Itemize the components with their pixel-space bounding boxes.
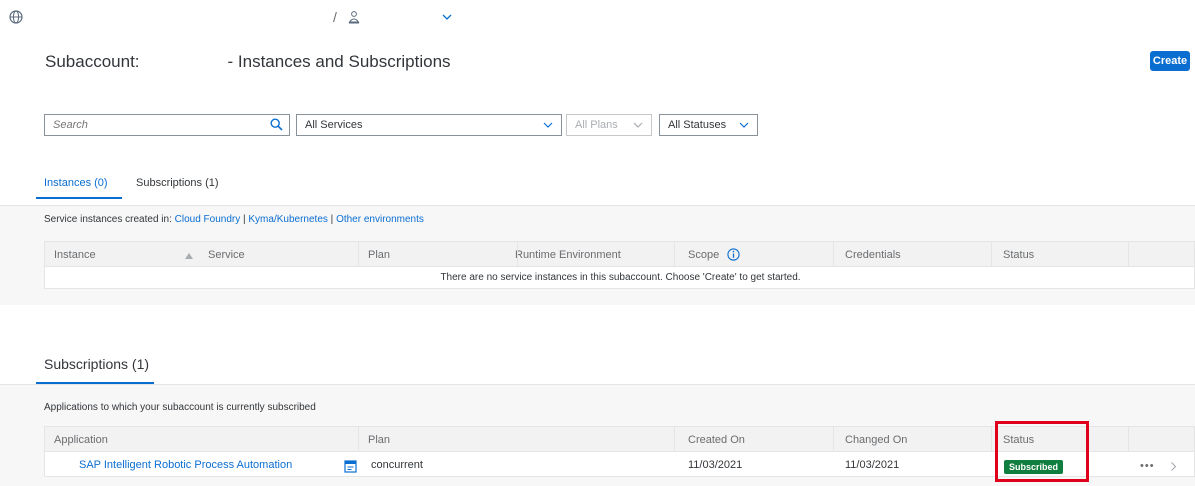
column-divider	[358, 427, 359, 451]
statuses-select[interactable]: All Statuses	[659, 114, 758, 136]
more-actions-button[interactable]: •••	[1140, 460, 1155, 472]
empty-row: There are no service instances in this s…	[44, 267, 1195, 289]
column-changed-on[interactable]: Changed On	[845, 434, 907, 446]
chevron-down-icon[interactable]	[441, 12, 453, 22]
column-application[interactable]: Application	[54, 434, 108, 446]
column-credentials[interactable]: Credentials	[845, 249, 901, 261]
instances-table-header: Instance Service Plan Runtime Environmen…	[44, 241, 1195, 267]
plans-select-value: All Plans	[575, 119, 618, 131]
statuses-select-value: All Statuses	[668, 119, 727, 131]
column-divider	[358, 242, 359, 266]
column-instance[interactable]: Instance	[54, 249, 96, 261]
services-select-value: All Services	[305, 119, 363, 131]
page-title: Subaccount: - Instances and Subscriptions	[45, 52, 451, 72]
column-divider	[1128, 427, 1129, 451]
application-link[interactable]: SAP Intelligent Robotic Process Automati…	[79, 459, 292, 471]
changed-on-cell: 11/03/2021	[845, 459, 900, 471]
instances-caption-prefix: Service instances created in:	[44, 214, 172, 225]
link-other-environments[interactable]: Other environments	[336, 214, 424, 225]
app-launch-icon[interactable]	[344, 460, 357, 473]
globe-icon[interactable]	[9, 10, 23, 24]
chevron-down-icon	[543, 122, 553, 128]
tab-instances[interactable]: Instances (0)	[44, 177, 108, 189]
column-divider	[833, 427, 834, 451]
column-plan[interactable]: Plan	[368, 249, 390, 261]
user-group-icon[interactable]	[347, 10, 361, 24]
column-plan[interactable]: Plan	[368, 434, 390, 446]
breadcrumb-separator: /	[333, 9, 337, 25]
column-status[interactable]: Status	[1003, 249, 1034, 261]
search-input[interactable]	[45, 115, 255, 135]
instances-caption: Service instances created in: Cloud Foun…	[44, 214, 424, 225]
tab-subscriptions[interactable]: Subscriptions (1)	[136, 177, 219, 189]
plans-select[interactable]: All Plans	[566, 114, 652, 136]
column-divider	[991, 427, 992, 451]
search-icon[interactable]	[270, 118, 283, 131]
column-scope[interactable]: Scope	[688, 249, 719, 261]
subscriptions-caption: Applications to which your subaccount is…	[44, 402, 316, 413]
services-select[interactable]: All Services	[296, 114, 562, 136]
status-highlight-box	[995, 421, 1089, 482]
sort-ascending-icon[interactable]	[185, 253, 193, 259]
column-divider	[1128, 242, 1129, 266]
column-created-on[interactable]: Created On	[688, 434, 745, 446]
column-divider	[991, 242, 992, 266]
empty-message: There are no service instances in this s…	[440, 272, 801, 283]
create-button[interactable]: Create	[1150, 51, 1190, 71]
link-separator: |	[243, 214, 246, 225]
shell-bar: /	[0, 0, 1195, 36]
page-title-prefix: Subaccount:	[45, 52, 140, 71]
link-kyma-kubernetes[interactable]: Kyma/Kubernetes	[248, 214, 328, 225]
created-on-cell: 11/03/2021	[688, 459, 743, 471]
link-separator: |	[330, 214, 334, 225]
link-cloud-foundry[interactable]: Cloud Foundry	[175, 214, 241, 225]
page-title-suffix: - Instances and Subscriptions	[227, 52, 451, 71]
column-runtime-environment[interactable]: Runtime Environment	[515, 249, 621, 261]
chevron-down-icon	[739, 122, 749, 128]
search-field[interactable]	[44, 114, 290, 136]
column-divider	[674, 427, 675, 451]
column-divider	[517, 242, 518, 266]
active-tab-indicator	[36, 197, 122, 199]
info-icon[interactable]	[727, 248, 740, 261]
chevron-right-icon[interactable]	[1170, 461, 1177, 472]
plan-cell: concurrent	[371, 459, 423, 471]
column-divider	[674, 242, 675, 266]
column-service[interactable]: Service	[208, 249, 245, 261]
subscriptions-title: Subscriptions (1)	[44, 356, 150, 372]
chevron-down-icon	[633, 122, 643, 128]
column-divider	[833, 242, 834, 266]
